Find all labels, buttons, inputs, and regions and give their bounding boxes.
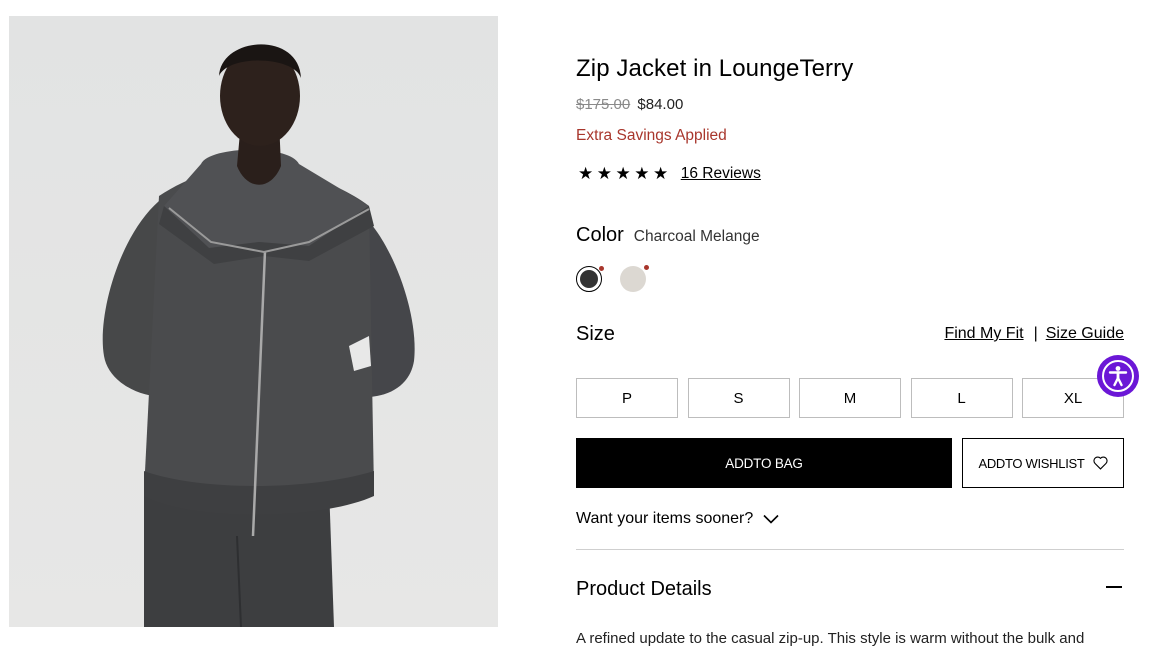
size-option-s[interactable]: S — [687, 378, 790, 418]
add-to-bag-button[interactable]: ADDTO BAG — [576, 438, 952, 488]
size-label: Size — [576, 323, 615, 345]
size-option-l[interactable]: L — [910, 378, 1013, 418]
savings-note: Extra Savings Applied — [576, 127, 727, 144]
product-title: Zip Jacket in LoungeTerry — [576, 55, 854, 82]
product-details-accordion[interactable]: Product Details — [576, 578, 1124, 602]
reviews-link[interactable]: 16 Reviews — [681, 165, 761, 183]
size-option-m[interactable]: M — [799, 378, 901, 418]
size-option-p[interactable]: P — [576, 378, 678, 418]
star-rating-icon: ★★★★★ — [578, 164, 672, 183]
product-details-text: A refined update to the casual zip-up. T… — [576, 630, 1085, 647]
heart-icon — [1092, 456, 1108, 470]
rating-row: ★★★★★ 16 Reviews — [578, 164, 761, 184]
accessibility-icon — [1102, 360, 1134, 392]
color-swatches — [576, 265, 649, 292]
product-info-panel: Zip Jacket in LoungeTerry $175.00 $84.00… — [576, 0, 1124, 655]
product-details-title: Product Details — [576, 578, 712, 600]
size-options: P S M L XL — [576, 378, 1124, 418]
collapse-minus-icon — [1106, 586, 1122, 588]
color-row: Color Charcoal Melange — [576, 224, 760, 247]
add-to-wishlist-button[interactable]: ADDTO WISHLIST — [962, 438, 1124, 488]
accessibility-button[interactable] — [1097, 355, 1139, 397]
find-my-fit-link[interactable]: Find My Fit — [944, 325, 1023, 343]
original-price: $175.00 — [576, 96, 631, 113]
shipping-sooner-label: Want your items sooner? — [576, 510, 754, 527]
sale-price: $84.00 — [637, 96, 684, 113]
chevron-down-icon — [763, 514, 779, 524]
add-to-wishlist-label: ADDTO WISHLIST — [978, 455, 1085, 471]
size-links: Find My Fit | Size Guide — [944, 325, 1124, 343]
price-block: $175.00 $84.00 — [576, 96, 683, 113]
section-divider — [576, 549, 1124, 550]
sale-dot-icon — [599, 266, 604, 271]
color-label: Color — [576, 224, 624, 246]
size-link-separator: | — [1033, 325, 1038, 342]
swatch-fill — [580, 270, 598, 288]
color-swatch-charcoal[interactable] — [576, 266, 604, 292]
color-swatch-light[interactable] — [620, 265, 649, 292]
swatch-fill — [620, 266, 646, 292]
shipping-sooner-toggle[interactable]: Want your items sooner? — [576, 510, 779, 528]
add-to-bag-label: ADDTO BAG — [725, 455, 803, 471]
sale-dot-icon — [644, 265, 649, 270]
product-photo-illustration — [9, 16, 498, 627]
size-guide-link[interactable]: Size Guide — [1046, 325, 1124, 343]
selected-color-name: Charcoal Melange — [633, 228, 760, 245]
product-image[interactable] — [9, 16, 498, 627]
